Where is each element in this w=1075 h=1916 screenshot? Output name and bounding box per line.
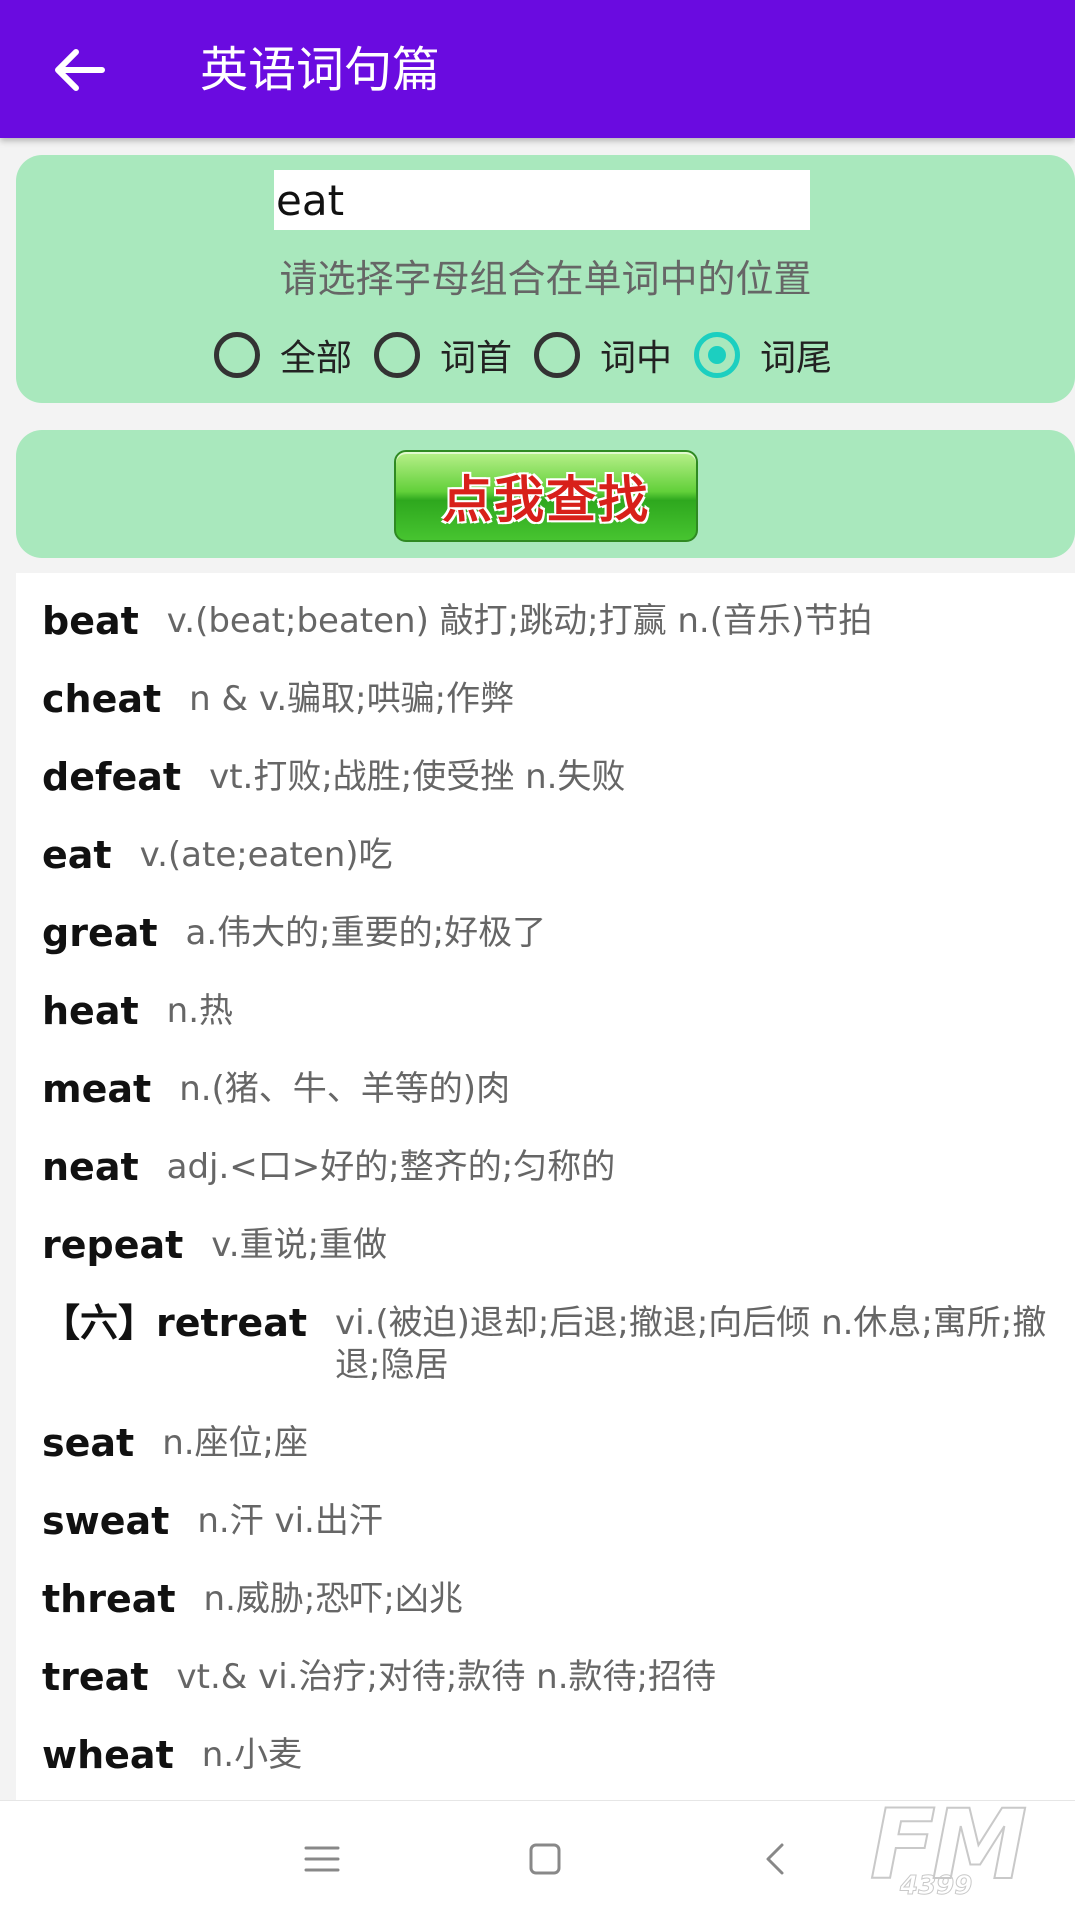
radio-word-middle[interactable]: 词中 [534,329,672,381]
home-square-icon [529,1843,561,1875]
definition: a.伟大的;重要的;好极了 [185,913,547,953]
definition: n.热 [166,991,233,1031]
radio-word-start[interactable]: 词首 [374,329,512,381]
definition: vi.(被迫)退却;后退;撤退;向后倾 n.休息;寓所;撤退;隐居 [335,1303,1047,1385]
radio-circle-checked[interactable] [694,332,741,378]
list-item[interactable]: neat adj.<口>好的;整齐的;匀称的 [42,1144,1052,1190]
definition: n & v.骗取;哄骗;作弊 [189,679,515,719]
search-input[interactable] [274,170,810,230]
word: neat [42,1145,139,1189]
app-bar: 英语词句篇 [0,0,1075,138]
word: seat [42,1421,135,1465]
results-list[interactable]: beat v.(beat;beaten) 敲打;跳动;打赢 n.(音乐)节拍 c… [16,573,1075,1800]
definition: v.重说;重做 [211,1225,388,1265]
find-button-card: 点我查找 [16,430,1075,558]
radio-label: 全部 [280,338,353,379]
radio-label: 词尾 [760,338,833,379]
word: 【六】retreat [42,1301,307,1345]
definition: n.(猪、牛、羊等的)肉 [179,1069,511,1109]
arrow-left-icon [55,49,105,91]
find-button-label: 点我查找 [442,471,650,529]
list-item[interactable]: cheat n & v.骗取;哄骗;作弊 [42,676,1052,722]
definition: n.威胁;恐吓;凶兆 [203,1579,463,1619]
list-item[interactable]: 【六】retreat vi.(被迫)退却;后退;撤退;向后倾 n.休息;寓所;撤… [42,1300,1052,1386]
back-button[interactable] [50,40,110,100]
list-item[interactable]: seat n.座位;座 [42,1420,1052,1466]
definition: vt.打败;战胜;使受挫 n.失败 [209,757,626,797]
watermark-small-text: 4399 [899,1871,973,1902]
word: sweat [42,1499,170,1543]
word: heat [42,989,139,1033]
word: repeat [42,1223,184,1267]
radio-all[interactable]: 全部 [214,329,352,381]
list-item[interactable]: heat n.热 [42,988,1052,1034]
radio-circle[interactable] [374,332,421,378]
definition: n.小麦 [201,1735,303,1775]
definition: n.汗 vi.出汗 [197,1501,383,1541]
list-item[interactable]: threat n.威胁;恐吓;凶兆 [42,1576,1052,1622]
position-hint: 请选择字母组合在单词中的位置 [279,257,812,301]
list-item[interactable]: sweat n.汗 vi.出汗 [42,1498,1052,1544]
word: great [42,911,158,955]
list-item[interactable]: treat vt.& vi.治疗;对待;款待 n.款待;招待 [42,1654,1052,1700]
list-item[interactable]: eat v.(ate;eaten)吃 [42,832,1052,878]
list-item[interactable]: defeat vt.打败;战胜;使受挫 n.失败 [42,754,1052,800]
watermark-logo: FM 4399 [860,1794,1060,1905]
definition: n.座位;座 [162,1423,309,1463]
radio-label: 词中 [600,338,673,379]
definition: v.(beat;beaten) 敲打;跳动;打赢 n.(音乐)节拍 [166,601,873,641]
search-card: 请选择字母组合在单词中的位置 全部 词首 词中 词尾 [16,155,1075,403]
word: defeat [42,755,182,799]
word: treat [42,1655,149,1699]
menu-button[interactable] [294,1831,350,1887]
list-item[interactable]: beat v.(beat;beaten) 敲打;跳动;打赢 n.(音乐)节拍 [42,598,1052,644]
find-button[interactable]: 点我查找 [394,450,698,542]
word: meat [42,1067,152,1111]
word: cheat [42,677,162,721]
page-title: 英语词句篇 [200,42,441,98]
definition: vt.& vi.治疗;对待;款待 n.款待;招待 [176,1657,716,1697]
radio-circle[interactable] [214,332,260,378]
list-item[interactable]: wheat n.小麦 [42,1732,1052,1778]
back-chevron-icon [766,1843,784,1875]
word: threat [42,1577,176,1621]
definition: adj.<口>好的;整齐的;匀称的 [166,1147,616,1187]
list-item[interactable]: repeat v.重说;重做 [42,1222,1052,1268]
radio-label: 词首 [440,338,513,379]
radio-circle[interactable] [534,332,581,378]
radio-word-end[interactable]: 词尾 [694,329,832,381]
definition: v.(ate;eaten)吃 [139,835,393,875]
list-item[interactable]: meat n.(猪、牛、羊等的)肉 [42,1066,1052,1112]
position-radio-group: 全部 词首 词中 词尾 [214,325,854,385]
list-item[interactable]: great a.伟大的;重要的;好极了 [42,910,1052,956]
word: eat [42,833,112,877]
word: beat [42,599,139,643]
back-nav-button[interactable] [748,1831,804,1887]
menu-icon [304,1846,340,1872]
word: wheat [42,1733,174,1777]
home-button[interactable] [517,1831,573,1887]
